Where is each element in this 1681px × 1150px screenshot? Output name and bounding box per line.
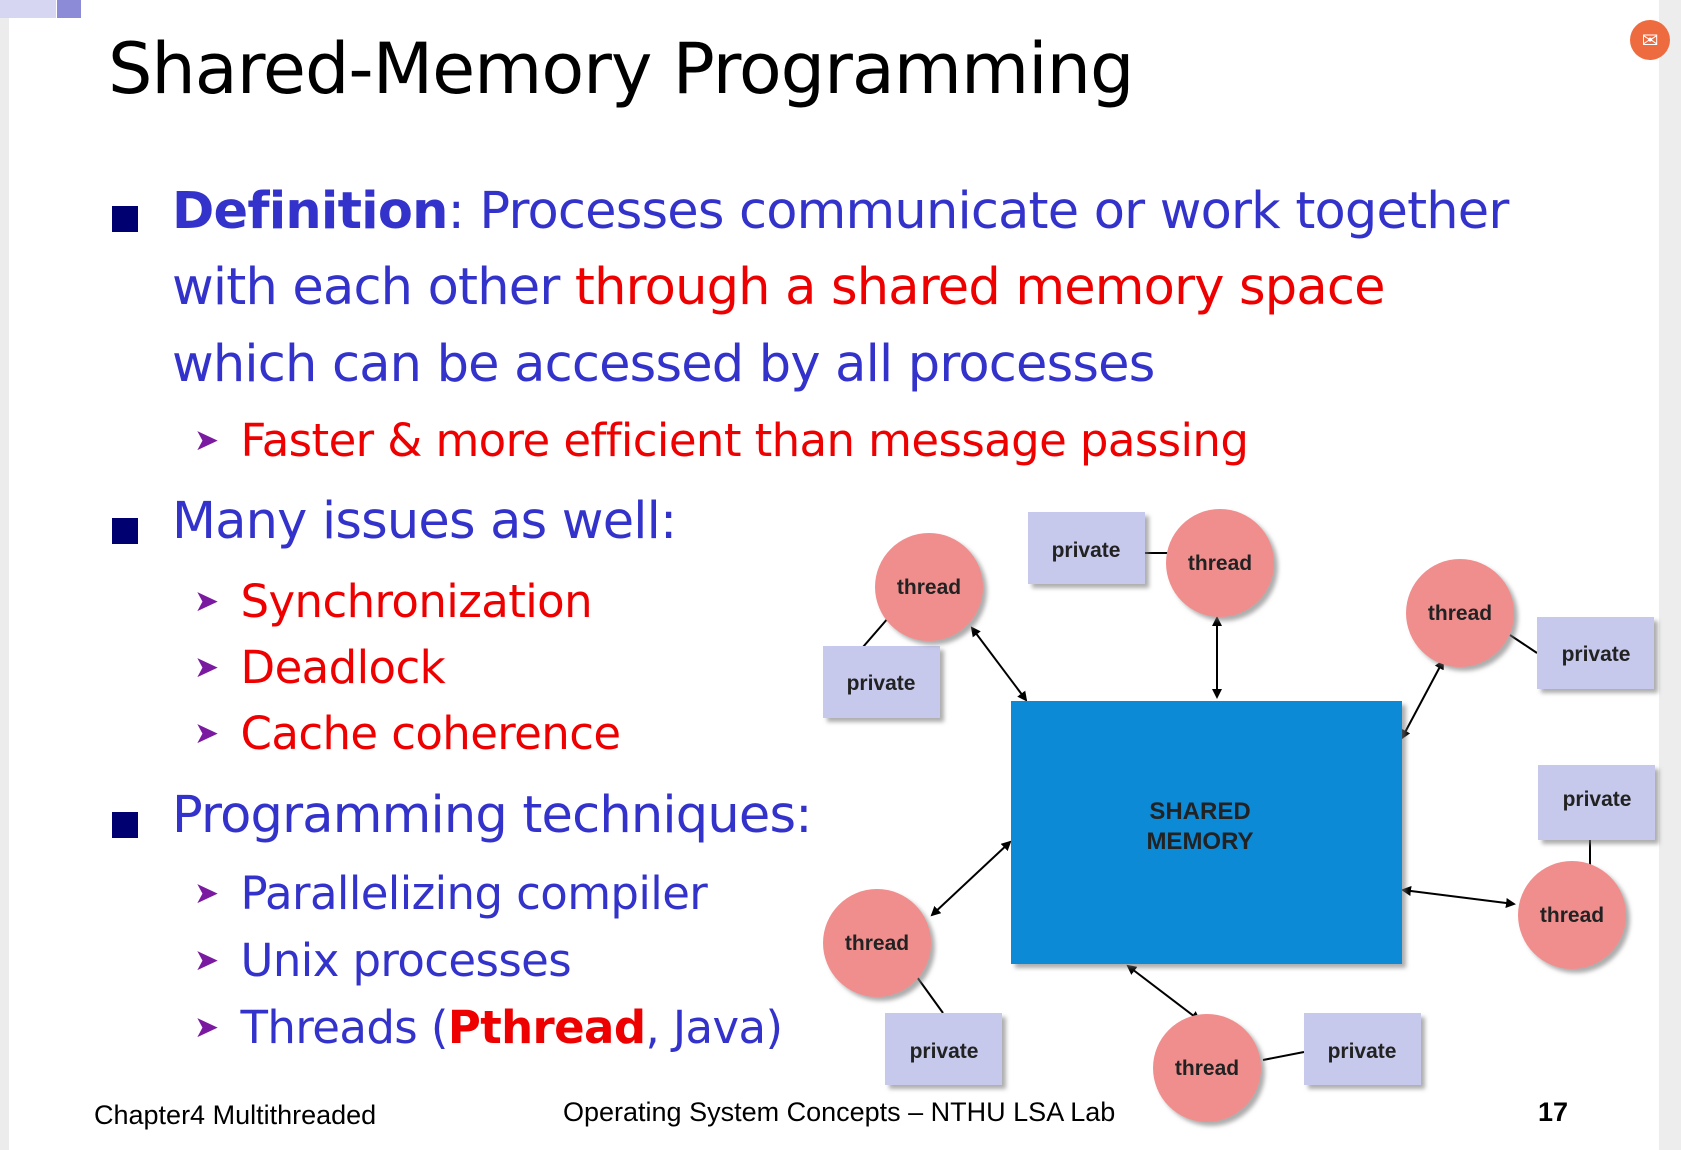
- private-box: private: [1537, 617, 1654, 689]
- svg-text:thread: thread: [1428, 602, 1492, 625]
- thread-node: thread: [823, 889, 931, 997]
- thread-node: thread: [1153, 1014, 1261, 1122]
- svg-text:private: private: [847, 672, 916, 695]
- connector-line: [1262, 1051, 1305, 1061]
- private-box: private: [1304, 1013, 1421, 1085]
- private-box: private: [823, 646, 940, 718]
- connector-line: [916, 976, 944, 1014]
- thread-node: thread: [1166, 509, 1274, 617]
- svg-text:thread: thread: [1540, 904, 1604, 927]
- shared-memory-diagram: SHARED MEMORY private private private pr…: [823, 509, 1655, 1122]
- double-arrow: [1401, 886, 1516, 908]
- footer-chapter: Chapter4 Multithreaded: [94, 1100, 377, 1130]
- thread-node: thread: [875, 533, 983, 641]
- thread-node: thread: [1518, 861, 1626, 969]
- private-box: private: [1538, 765, 1655, 840]
- svg-text:thread: thread: [897, 576, 961, 599]
- thread-node: thread: [1406, 559, 1514, 667]
- double-arrow: [970, 626, 1028, 702]
- double-arrow: [930, 840, 1012, 917]
- svg-text:thread: thread: [845, 932, 909, 955]
- page-number: 17: [1538, 1097, 1569, 1127]
- private-box: private: [885, 1013, 1002, 1085]
- connector-line: [1509, 634, 1538, 654]
- svg-text:private: private: [1052, 539, 1121, 562]
- svg-text:thread: thread: [1188, 552, 1252, 575]
- svg-text:private: private: [1562, 643, 1631, 666]
- shared-memory-label: MEMORY: [1146, 828, 1253, 855]
- connector-line: [862, 616, 890, 648]
- footer-course: Operating System Concepts – NTHU LSA Lab: [563, 1097, 1116, 1127]
- svg-text:private: private: [1328, 1040, 1397, 1063]
- svg-text:private: private: [910, 1040, 979, 1063]
- svg-text:thread: thread: [1175, 1057, 1239, 1080]
- private-box: private: [1028, 512, 1145, 584]
- double-arrow: [1126, 964, 1201, 1022]
- shared-memory-label: SHARED: [1149, 798, 1250, 825]
- svg-text:private: private: [1563, 788, 1632, 811]
- double-arrow: [1401, 659, 1444, 740]
